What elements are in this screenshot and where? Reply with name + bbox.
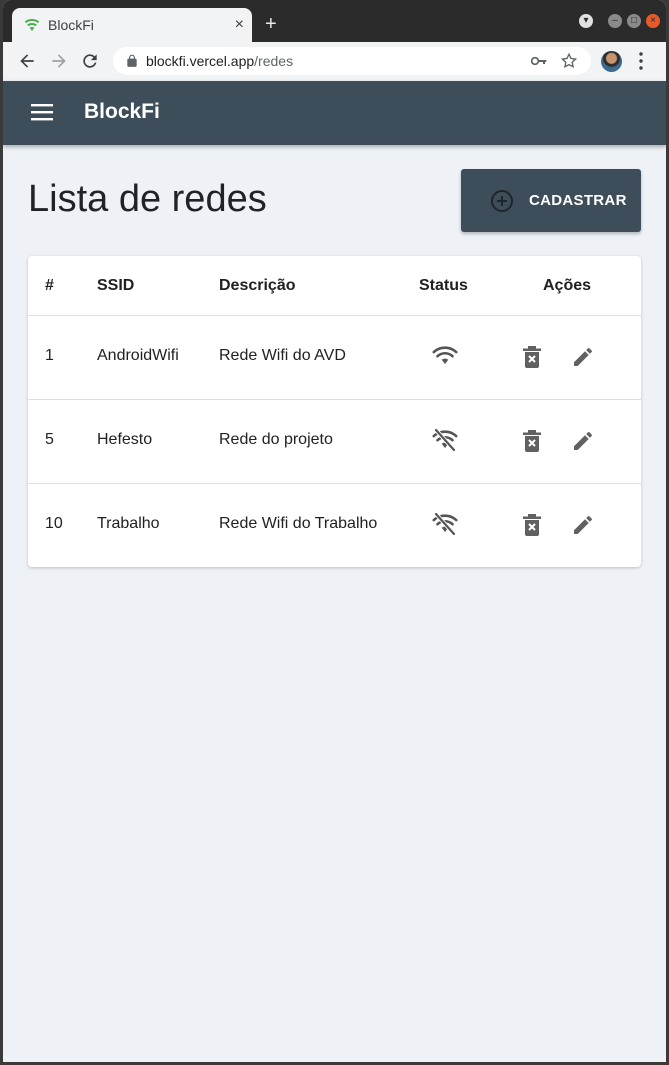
row-ssid: Trabalho bbox=[97, 515, 160, 532]
browser-tab[interactable]: BlockFi × bbox=[12, 8, 252, 42]
table-row: 5 Hefesto Rede do projeto bbox=[28, 400, 641, 484]
url-text: blockfi.vercel.app/redes bbox=[146, 53, 293, 69]
row-id: 10 bbox=[45, 515, 63, 532]
cadastrar-label: CADASTRAR bbox=[529, 192, 627, 209]
header-acoes: Ações bbox=[543, 277, 592, 294]
wifi-off-icon bbox=[432, 429, 458, 451]
reload-icon[interactable] bbox=[80, 51, 100, 71]
table-row: 1 AndroidWifi Rede Wifi do AVD bbox=[28, 316, 641, 400]
address-bar[interactable]: blockfi.vercel.app/redes bbox=[113, 47, 591, 75]
browser-window: BlockFi × + ▾ – □ × blockfi.vercel.app/r… bbox=[3, 0, 666, 1062]
row-id: 1 bbox=[45, 347, 54, 364]
add-circle-icon bbox=[491, 190, 513, 212]
more-options-icon[interactable] bbox=[639, 52, 643, 70]
row-ssid: Hefesto bbox=[97, 431, 153, 448]
bookmark-star-icon[interactable] bbox=[560, 52, 578, 70]
app-title: BlockFi bbox=[84, 100, 160, 123]
forward-arrow-icon[interactable] bbox=[49, 51, 69, 71]
tab-title: BlockFi bbox=[48, 17, 94, 33]
delete-icon[interactable] bbox=[523, 346, 541, 368]
page-title: Lista de redes bbox=[28, 178, 267, 220]
window-menu-button[interactable]: ▾ bbox=[579, 14, 593, 28]
table-header-row: # SSID Descrição Status Ações bbox=[28, 256, 641, 316]
window-close-button[interactable]: × bbox=[646, 14, 660, 28]
maximize-icon: □ bbox=[630, 15, 638, 26]
key-icon[interactable] bbox=[531, 54, 547, 68]
row-descricao: Rede do projeto bbox=[219, 431, 333, 448]
row-ssid: AndroidWifi bbox=[97, 347, 179, 364]
new-tab-button[interactable]: + bbox=[265, 14, 277, 34]
close-icon: × bbox=[650, 15, 656, 26]
header-ssid: SSID bbox=[97, 277, 135, 294]
browser-toolbar: blockfi.vercel.app/redes bbox=[3, 42, 666, 82]
row-descricao: Rede Wifi do Trabalho bbox=[219, 515, 378, 532]
header-id: # bbox=[45, 277, 54, 294]
row-descricao: Rede Wifi do AVD bbox=[219, 347, 346, 364]
header-status: Status bbox=[419, 277, 468, 294]
edit-pencil-icon[interactable] bbox=[571, 513, 595, 537]
url-host: blockfi.vercel.app bbox=[146, 53, 255, 69]
row-id: 5 bbox=[45, 431, 54, 448]
wifi-favicon-icon bbox=[24, 19, 40, 31]
wifi-on-icon bbox=[432, 346, 458, 364]
edit-pencil-icon[interactable] bbox=[571, 429, 595, 453]
tab-bar: BlockFi × + ▾ – □ × bbox=[3, 0, 666, 42]
delete-icon[interactable] bbox=[523, 430, 541, 452]
chevron-down-icon: ▾ bbox=[583, 15, 589, 26]
delete-icon[interactable] bbox=[523, 514, 541, 536]
tab-close-icon[interactable]: × bbox=[235, 17, 244, 33]
window-maximize-button[interactable]: □ bbox=[627, 14, 641, 28]
networks-table: # SSID Descrição Status Ações 1 AndroidW… bbox=[28, 256, 641, 567]
window-minimize-button[interactable]: – bbox=[608, 14, 622, 28]
profile-avatar[interactable] bbox=[601, 51, 622, 72]
url-path: /redes bbox=[254, 53, 294, 69]
wifi-off-icon bbox=[432, 513, 458, 535]
cadastrar-button[interactable]: CADASTRAR bbox=[461, 169, 641, 232]
header-descricao: Descrição bbox=[219, 277, 296, 294]
menu-icon[interactable] bbox=[31, 103, 53, 121]
minimize-icon: – bbox=[612, 15, 618, 26]
app-bar: BlockFi bbox=[3, 81, 666, 145]
back-arrow-icon[interactable] bbox=[17, 51, 37, 71]
lock-icon bbox=[127, 54, 137, 67]
table-row: 10 Trabalho Rede Wifi do Trabalho bbox=[28, 484, 641, 567]
edit-pencil-icon[interactable] bbox=[571, 345, 595, 369]
